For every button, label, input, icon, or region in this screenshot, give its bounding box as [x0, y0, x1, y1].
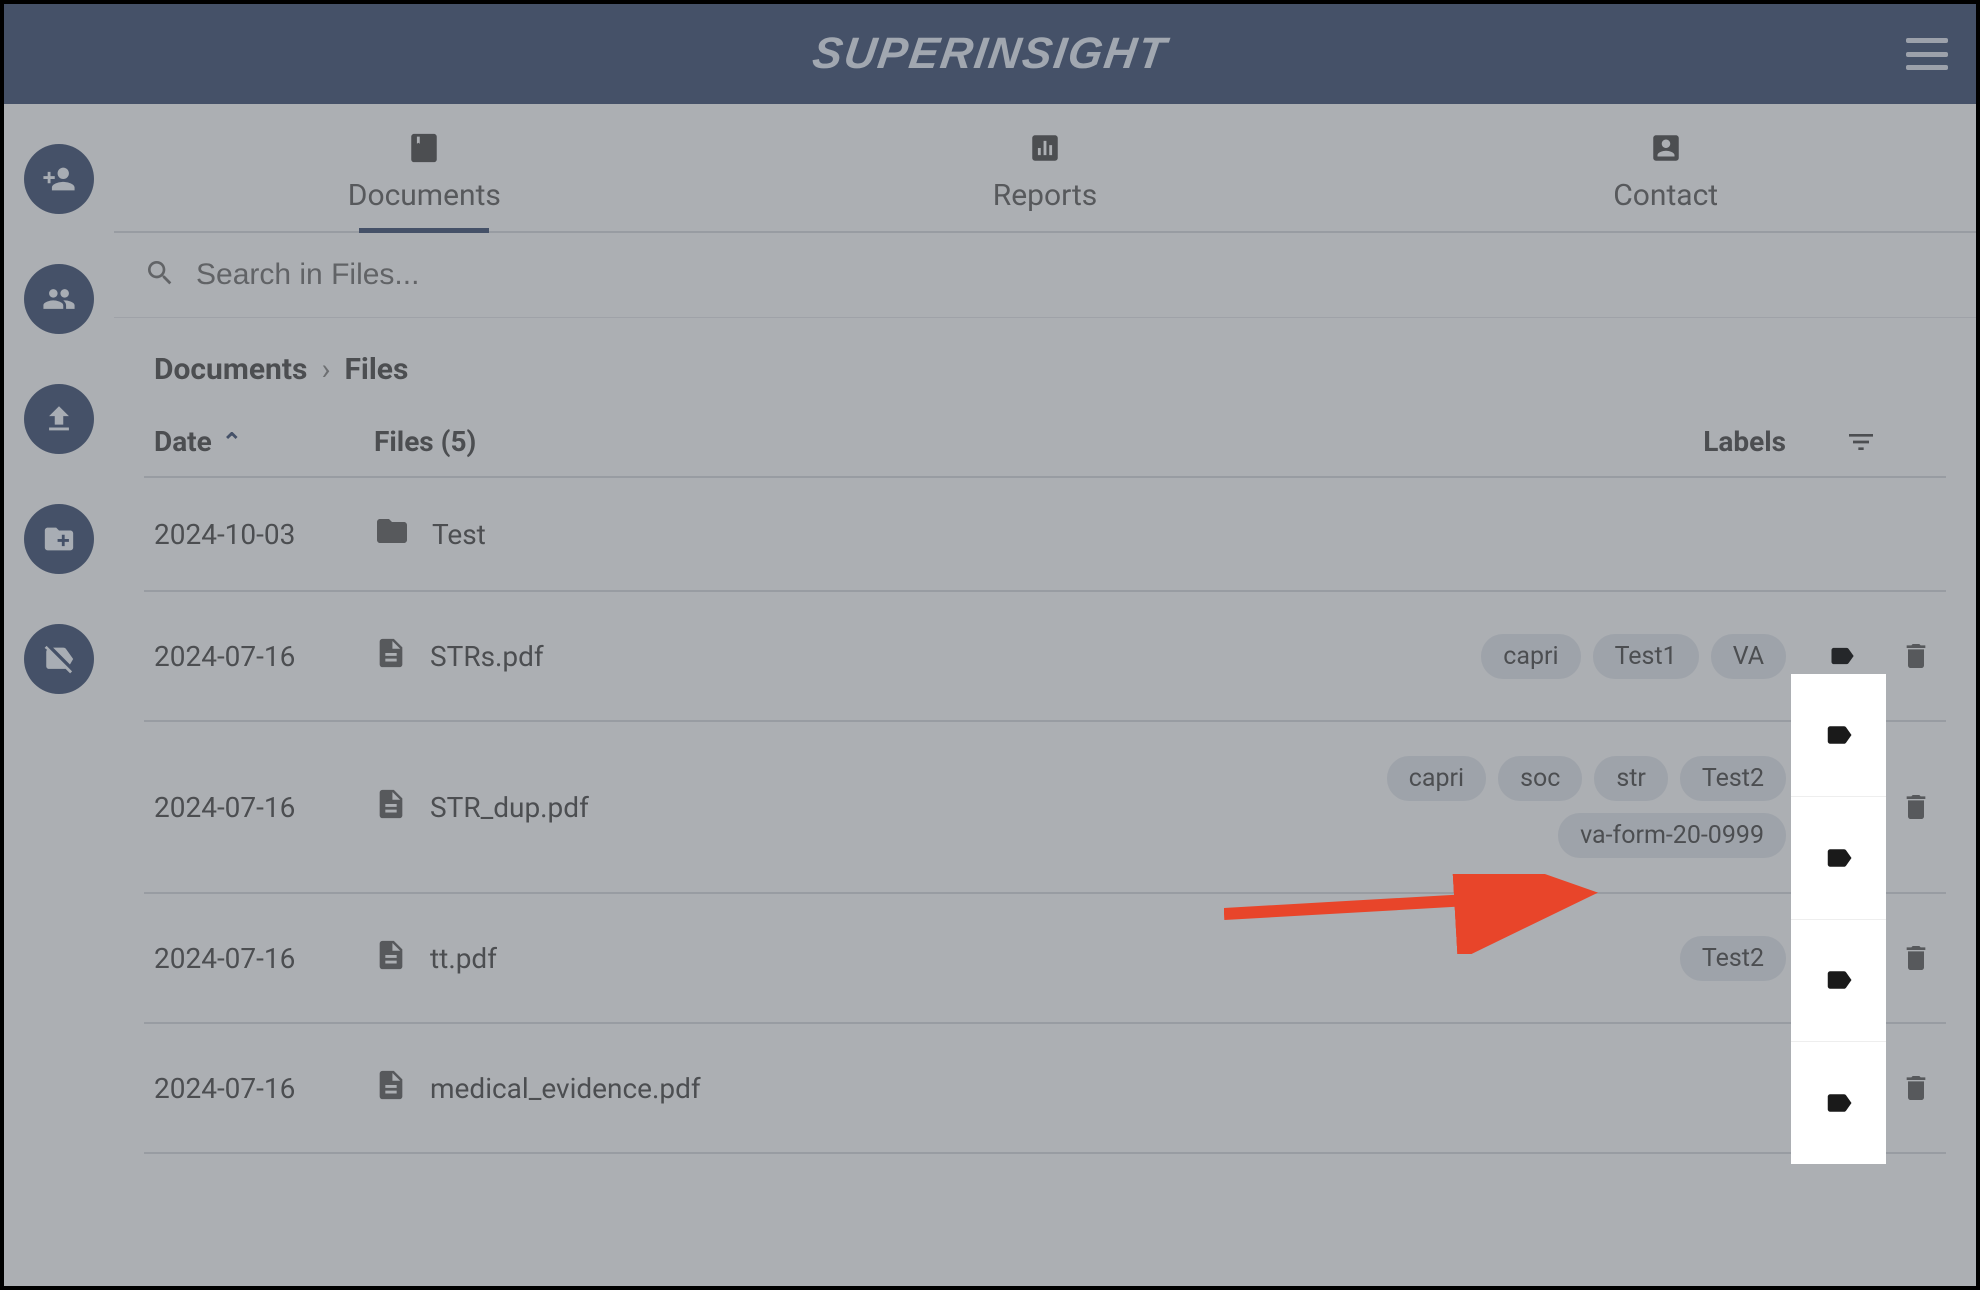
cell-file: tt.pdf [374, 935, 1266, 982]
label-chip[interactable]: Test1 [1593, 634, 1699, 679]
tabs: Documents Reports Contact [114, 104, 1976, 233]
file-icon [374, 633, 408, 680]
file-name: tt.pdf [430, 942, 497, 975]
tab-label: Contact [1613, 178, 1718, 213]
breadcrumb: Documents › Files [114, 318, 1976, 407]
highlight-tag-column [1791, 674, 1886, 1164]
table-row[interactable]: 2024-07-16 STRs.pdf capri Test1 VA [144, 592, 1946, 722]
col-labels: Labels [1266, 425, 1786, 458]
cell-date: 2024-07-16 [154, 942, 374, 975]
upload-button[interactable] [24, 384, 94, 454]
label-chip[interactable]: soc [1498, 756, 1582, 801]
label-chip[interactable]: VA [1711, 634, 1786, 679]
cell-file: STR_dup.pdf [374, 784, 1266, 831]
label-chip[interactable]: Test2 [1680, 936, 1786, 981]
cell-date: 2024-07-16 [154, 791, 374, 824]
file-name: STR_dup.pdf [430, 791, 589, 824]
file-name: medical_evidence.pdf [430, 1072, 701, 1105]
table-row[interactable]: 2024-07-16 tt.pdf Test2 [144, 894, 1946, 1024]
col-filter[interactable] [1786, 426, 1936, 458]
delete-button[interactable] [1896, 1068, 1936, 1108]
cell-labels: capri Test1 VA [1266, 634, 1786, 679]
col-files-label: Files (5) [374, 425, 476, 458]
cell-date: 2024-07-16 [154, 640, 374, 673]
label-chip[interactable]: Test2 [1680, 756, 1786, 801]
label-chip[interactable]: capri [1481, 634, 1580, 679]
search-icon [144, 257, 176, 293]
add-user-button[interactable] [24, 144, 94, 214]
tab-reports[interactable]: Reports [735, 104, 1356, 231]
cell-date: 2024-10-03 [154, 518, 374, 551]
files-table: Date ⌃ Files (5) Labels 2024-10-03Test20… [114, 407, 1976, 1154]
breadcrumb-leaf: Files [344, 352, 408, 387]
top-bar: SUPERINSIGHT [4, 4, 1976, 104]
sidebar [4, 104, 114, 1286]
cell-file: medical_evidence.pdf [374, 1065, 1266, 1112]
cell-labels: Test2 [1266, 936, 1786, 981]
tab-label: Reports [993, 178, 1098, 213]
folder-icon [374, 513, 410, 556]
col-labels-label: Labels [1703, 425, 1786, 458]
file-name: Test [432, 518, 486, 551]
search-bar [114, 233, 1976, 318]
chevron-right-icon: › [321, 352, 330, 387]
cell-file: STRs.pdf [374, 633, 1266, 680]
table-header: Date ⌃ Files (5) Labels [144, 407, 1946, 478]
cell-date: 2024-07-16 [154, 1072, 374, 1105]
label-chip[interactable]: va-form-20-0999 [1558, 813, 1786, 858]
table-row[interactable]: 2024-07-16 medical_evidence.pdf [144, 1024, 1946, 1154]
delete-button[interactable] [1896, 938, 1936, 978]
label-chip[interactable]: str [1594, 756, 1668, 801]
file-icon [374, 784, 408, 831]
menu-icon[interactable] [1906, 38, 1948, 70]
table-row[interactable]: 2024-10-03 Test [144, 478, 1946, 592]
tab-contact[interactable]: Contact [1355, 104, 1976, 231]
new-folder-button[interactable] [24, 504, 94, 574]
table-row[interactable]: 2024-07-16 STR_dup.pdf capri socstr Test2 va-… [144, 722, 1946, 894]
breadcrumb-root[interactable]: Documents [154, 352, 307, 387]
label-chip[interactable]: capri [1387, 756, 1486, 801]
group-button[interactable] [24, 264, 94, 334]
file-icon [374, 1065, 408, 1112]
cell-file: Test [374, 513, 1266, 556]
tab-label: Documents [348, 178, 501, 213]
label-off-button[interactable] [24, 624, 94, 694]
sort-asc-icon: ⌃ [222, 428, 242, 456]
search-input[interactable] [196, 258, 1946, 292]
col-date[interactable]: Date ⌃ [154, 425, 374, 458]
brand-logo: SUPERINSIGHT [809, 29, 1170, 79]
delete-button[interactable] [1896, 787, 1936, 827]
file-name: STRs.pdf [430, 640, 544, 673]
tab-documents[interactable]: Documents [114, 104, 735, 231]
cell-labels: capri socstr Test2 va-form-20-0999 [1266, 756, 1786, 858]
file-icon [374, 935, 408, 982]
delete-button[interactable] [1896, 636, 1936, 676]
col-files[interactable]: Files (5) [374, 425, 1266, 458]
main-content: Documents Reports Contact Documents [114, 104, 1976, 1286]
col-date-label: Date [154, 425, 212, 458]
